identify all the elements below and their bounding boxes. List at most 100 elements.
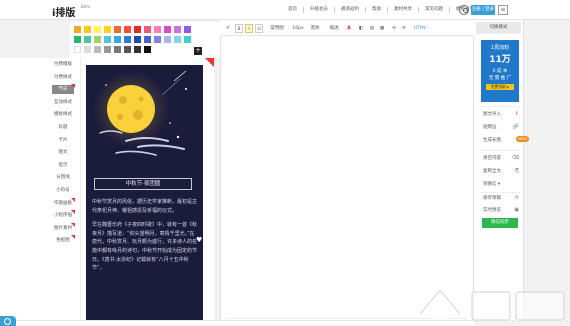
color-swatch[interactable]: [94, 26, 101, 33]
left-menu-item[interactable]: 小程序插: [52, 210, 75, 220]
corner-flag: [71, 84, 75, 89]
promo-claim-button[interactable]: 免费领取 ▸: [486, 84, 514, 90]
app-logo[interactable]: i排版: [52, 4, 75, 19]
color-swatch[interactable]: [74, 36, 81, 43]
table-icon[interactable]: ▦: [378, 24, 386, 33]
left-menu-item[interactable]: 标题: [52, 123, 74, 132]
bg-color-icon[interactable]: ◧: [357, 24, 365, 33]
indent-button[interactable]: 缩进: [328, 24, 340, 33]
color-swatch[interactable]: [74, 46, 81, 53]
trash-icon: ⌫: [511, 155, 519, 161]
import-article-button[interactable]: 图文导入 ↥: [483, 110, 519, 119]
left-menu-item[interactable]: 互动样式: [52, 98, 74, 107]
font-color-icon[interactable]: A: [344, 24, 354, 33]
color-swatch[interactable]: [114, 46, 121, 53]
color-swatch[interactable]: [84, 26, 91, 33]
nav-help[interactable]: 帮助: [366, 7, 388, 13]
color-swatch[interactable]: [134, 36, 141, 43]
redo-icon[interactable]: ⟳: [400, 24, 408, 33]
menu-icon[interactable]: ≡: [498, 5, 508, 15]
left-menu-item[interactable]: 模板样式: [52, 110, 74, 119]
nav-invite[interactable]: 邀请返利: [335, 7, 366, 13]
promo-banner[interactable]: 1周加粉 11万 0 成 本 无 需 推 广 免费领取 ▸: [481, 40, 519, 102]
color-swatch[interactable]: [94, 46, 101, 53]
color-swatch[interactable]: [154, 26, 161, 33]
color-swatch[interactable]: [164, 36, 171, 43]
color-swatch[interactable]: [184, 26, 191, 33]
promo-line-1: 1周加粉: [490, 45, 510, 51]
template-preview[interactable]: [86, 65, 203, 320]
color-swatch[interactable]: [164, 26, 171, 33]
wechat-sync-button[interactable]: 微信同步: [482, 218, 518, 228]
left-menu-item[interactable]: 作图画板: [52, 197, 75, 208]
left-menu-item[interactable]: 卡片: [52, 136, 74, 145]
search-icon[interactable]: [0, 316, 16, 326]
refresh-icon: ⟳: [514, 195, 519, 201]
left-menu-item[interactable]: 付费模板: [52, 60, 74, 69]
nav-materials[interactable]: 素材共享: [388, 7, 419, 13]
clear-content-button[interactable]: 清空内容 ⌫: [483, 154, 519, 163]
left-menu-item[interactable]: 付费样式: [52, 73, 74, 82]
corner-flag: [71, 235, 75, 240]
long-image-button[interactable]: 生成长图: [483, 136, 519, 145]
color-swatch[interactable]: [124, 26, 131, 33]
align-icon[interactable]: ▤: [368, 24, 376, 33]
left-menu-item[interactable]: 免抠图: [52, 235, 75, 245]
heart-icon[interactable]: ♥: [196, 236, 202, 244]
common-styles-dropdown[interactable]: 常用图: [268, 24, 286, 33]
color-swatch[interactable]: [84, 46, 91, 53]
nav-home[interactable]: 首页: [282, 7, 304, 13]
color-swatch[interactable]: [174, 36, 181, 43]
short-url-button[interactable]: 短网址 🔗: [483, 123, 519, 132]
left-menu-item[interactable]: 小符号: [52, 186, 74, 195]
color-swatch[interactable]: [124, 36, 131, 43]
left-menu-item[interactable]: 提示: [52, 161, 74, 170]
font-family-dropdown[interactable]: 黑体: [308, 24, 322, 33]
nav-upgrade[interactable]: 升级会员: [304, 7, 335, 13]
save-draft-button[interactable]: 保存草稿 ⟳: [483, 194, 519, 203]
color-swatch[interactable]: [154, 36, 161, 43]
switch-mode-button[interactable]: 切换模式: [476, 22, 521, 34]
preview-paragraph-1: 中秋节赏月的风俗，据历史学家推断，最初是古代祭祀月神、娥祖感恩及祈福的仪式。: [92, 199, 198, 214]
bold-button[interactable]: B: [235, 24, 243, 33]
corner-flag: [71, 197, 75, 202]
login-button[interactable]: 注册 | 登录: [471, 5, 495, 15]
left-menu-item[interactable]: 分割线: [52, 173, 74, 182]
color-swatch[interactable]: [184, 36, 191, 43]
color-swatch[interactable]: [104, 26, 111, 33]
clear-format-icon[interactable]: ✐: [224, 24, 232, 33]
color-swatch[interactable]: [104, 46, 111, 53]
color-swatch[interactable]: [144, 36, 151, 43]
color-swatch[interactable]: [114, 36, 121, 43]
nav-faq[interactable]: 常见问题: [419, 7, 450, 13]
color-swatch[interactable]: [84, 36, 91, 43]
left-sidebar: 付费模板付费样式节日互动样式模板样式标题卡片图文提示分割线小符号作图画板小程序插…: [0, 58, 80, 320]
live-preview-button[interactable]: 实时预览 ▣: [483, 206, 519, 215]
color-swatch[interactable]: [134, 26, 141, 33]
undo-icon[interactable]: ⟲: [390, 24, 398, 33]
italic-button[interactable]: I: [245, 24, 253, 33]
font-size-dropdown[interactable]: 16px: [290, 24, 306, 33]
color-swatch[interactable]: [144, 26, 151, 33]
user-icon[interactable]: [459, 5, 469, 15]
left-menu-item[interactable]: 图片素材: [52, 222, 75, 233]
color-swatch[interactable]: [134, 46, 141, 53]
to-wechat-dropdown[interactable]: 到微信 ▾: [483, 180, 519, 189]
left-menu-item[interactable]: 图文: [52, 148, 74, 157]
copy-all-button[interactable]: 复制全文 ⎘: [483, 167, 519, 176]
underline-button[interactable]: U: [255, 24, 263, 33]
html-mode-button[interactable]: HTML: [412, 24, 428, 33]
promo-line-3: 0 成 本: [492, 69, 508, 74]
left-menu-item[interactable]: 节日: [52, 84, 75, 95]
clear-content-label: 清空内容: [483, 156, 501, 161]
color-swatch[interactable]: [124, 46, 131, 53]
color-swatch[interactable]: [104, 36, 111, 43]
color-swatch[interactable]: [174, 26, 181, 33]
copy-all-label: 复制全文: [483, 169, 501, 174]
corner-flag: [205, 58, 214, 67]
add-color-button[interactable]: +: [194, 47, 202, 55]
color-swatch[interactable]: [114, 26, 121, 33]
color-swatch[interactable]: [94, 36, 101, 43]
color-swatch[interactable]: [74, 26, 81, 33]
color-swatch[interactable]: [144, 46, 151, 53]
